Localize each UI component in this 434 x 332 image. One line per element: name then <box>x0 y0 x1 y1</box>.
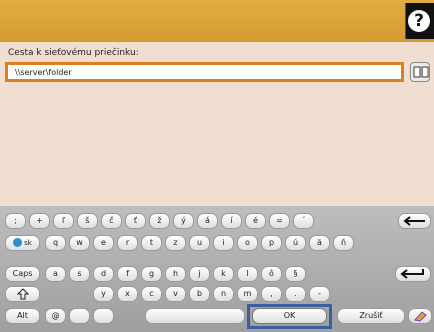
key[interactable]: c <box>141 286 162 302</box>
key[interactable]: h <box>165 266 186 282</box>
key[interactable]: ´ <box>293 213 314 229</box>
key[interactable]: ; <box>5 213 26 229</box>
key[interactable]: i <box>213 235 234 251</box>
key[interactable]: § <box>285 266 306 282</box>
key[interactable]: a <box>45 266 66 282</box>
alt-key[interactable]: Alt <box>5 308 40 324</box>
key[interactable]: o <box>237 235 258 251</box>
key[interactable]: ô <box>261 266 282 282</box>
key[interactable]: š <box>77 213 98 229</box>
key[interactable]: n <box>213 286 234 302</box>
backspace-key[interactable] <box>398 213 431 229</box>
key[interactable]: s <box>69 266 90 282</box>
key[interactable]: m <box>237 286 258 302</box>
address-book-icon <box>413 66 429 78</box>
language-label: sk <box>24 239 32 247</box>
key[interactable]: j <box>189 266 210 282</box>
key[interactable]: x <box>117 286 138 302</box>
key[interactable]: č <box>101 213 122 229</box>
globe-icon <box>13 238 23 247</box>
eraser-icon <box>414 311 427 322</box>
key[interactable]: d <box>93 266 114 282</box>
key[interactable]: é <box>245 213 266 229</box>
key[interactable]: - <box>309 286 330 302</box>
key[interactable]: b <box>189 286 210 302</box>
key[interactable]: ž <box>149 213 170 229</box>
key[interactable]: q <box>45 235 66 251</box>
key[interactable]: á <box>197 213 218 229</box>
shift-key[interactable] <box>5 286 40 302</box>
title-bar <box>0 0 434 42</box>
key[interactable]: ť <box>125 213 146 229</box>
at-key[interactable]: @ <box>45 308 66 324</box>
key[interactable]: k <box>213 266 234 282</box>
cancel-button[interactable]: Zrušiť <box>337 308 405 324</box>
key[interactable]: ň <box>333 235 354 251</box>
backspace-icon <box>402 216 425 226</box>
key[interactable]: ú <box>285 235 306 251</box>
ok-focus-frame <box>247 304 332 329</box>
path-input-value: \\server\folder <box>15 68 72 77</box>
key[interactable]: z <box>165 235 186 251</box>
key[interactable]: y <box>93 286 114 302</box>
key[interactable]: f <box>117 266 138 282</box>
key[interactable]: g <box>141 266 162 282</box>
enter-key[interactable] <box>395 266 431 282</box>
key[interactable]: ľ <box>53 213 74 229</box>
key[interactable]: + <box>29 213 50 229</box>
address-book-button[interactable] <box>410 62 430 82</box>
clear-button[interactable] <box>408 308 432 324</box>
shift-icon <box>16 288 29 300</box>
key[interactable]: í <box>221 213 242 229</box>
key[interactable]: e <box>93 235 114 251</box>
blank-key[interactable] <box>93 308 114 324</box>
key[interactable]: . <box>285 286 306 302</box>
key[interactable]: u <box>189 235 210 251</box>
help-button[interactable]: ? <box>405 3 434 39</box>
key[interactable]: w <box>69 235 90 251</box>
key[interactable]: p <box>261 235 282 251</box>
key[interactable]: r <box>117 235 138 251</box>
caps-key[interactable]: Caps <box>5 266 40 282</box>
path-label: Cesta k sieťovému priečinku: <box>8 48 139 58</box>
space-key[interactable] <box>145 308 245 324</box>
key[interactable]: t <box>141 235 162 251</box>
key[interactable]: = <box>269 213 290 229</box>
key[interactable]: v <box>165 286 186 302</box>
help-icon: ? <box>408 10 430 32</box>
blank-key[interactable] <box>69 308 90 324</box>
key[interactable]: ä <box>309 235 330 251</box>
key[interactable]: ý <box>173 213 194 229</box>
path-input[interactable]: \\server\folder <box>5 62 404 82</box>
enter-icon <box>400 269 424 279</box>
key[interactable]: l <box>237 266 258 282</box>
language-key[interactable]: sk <box>5 235 40 251</box>
key[interactable]: , <box>261 286 282 302</box>
